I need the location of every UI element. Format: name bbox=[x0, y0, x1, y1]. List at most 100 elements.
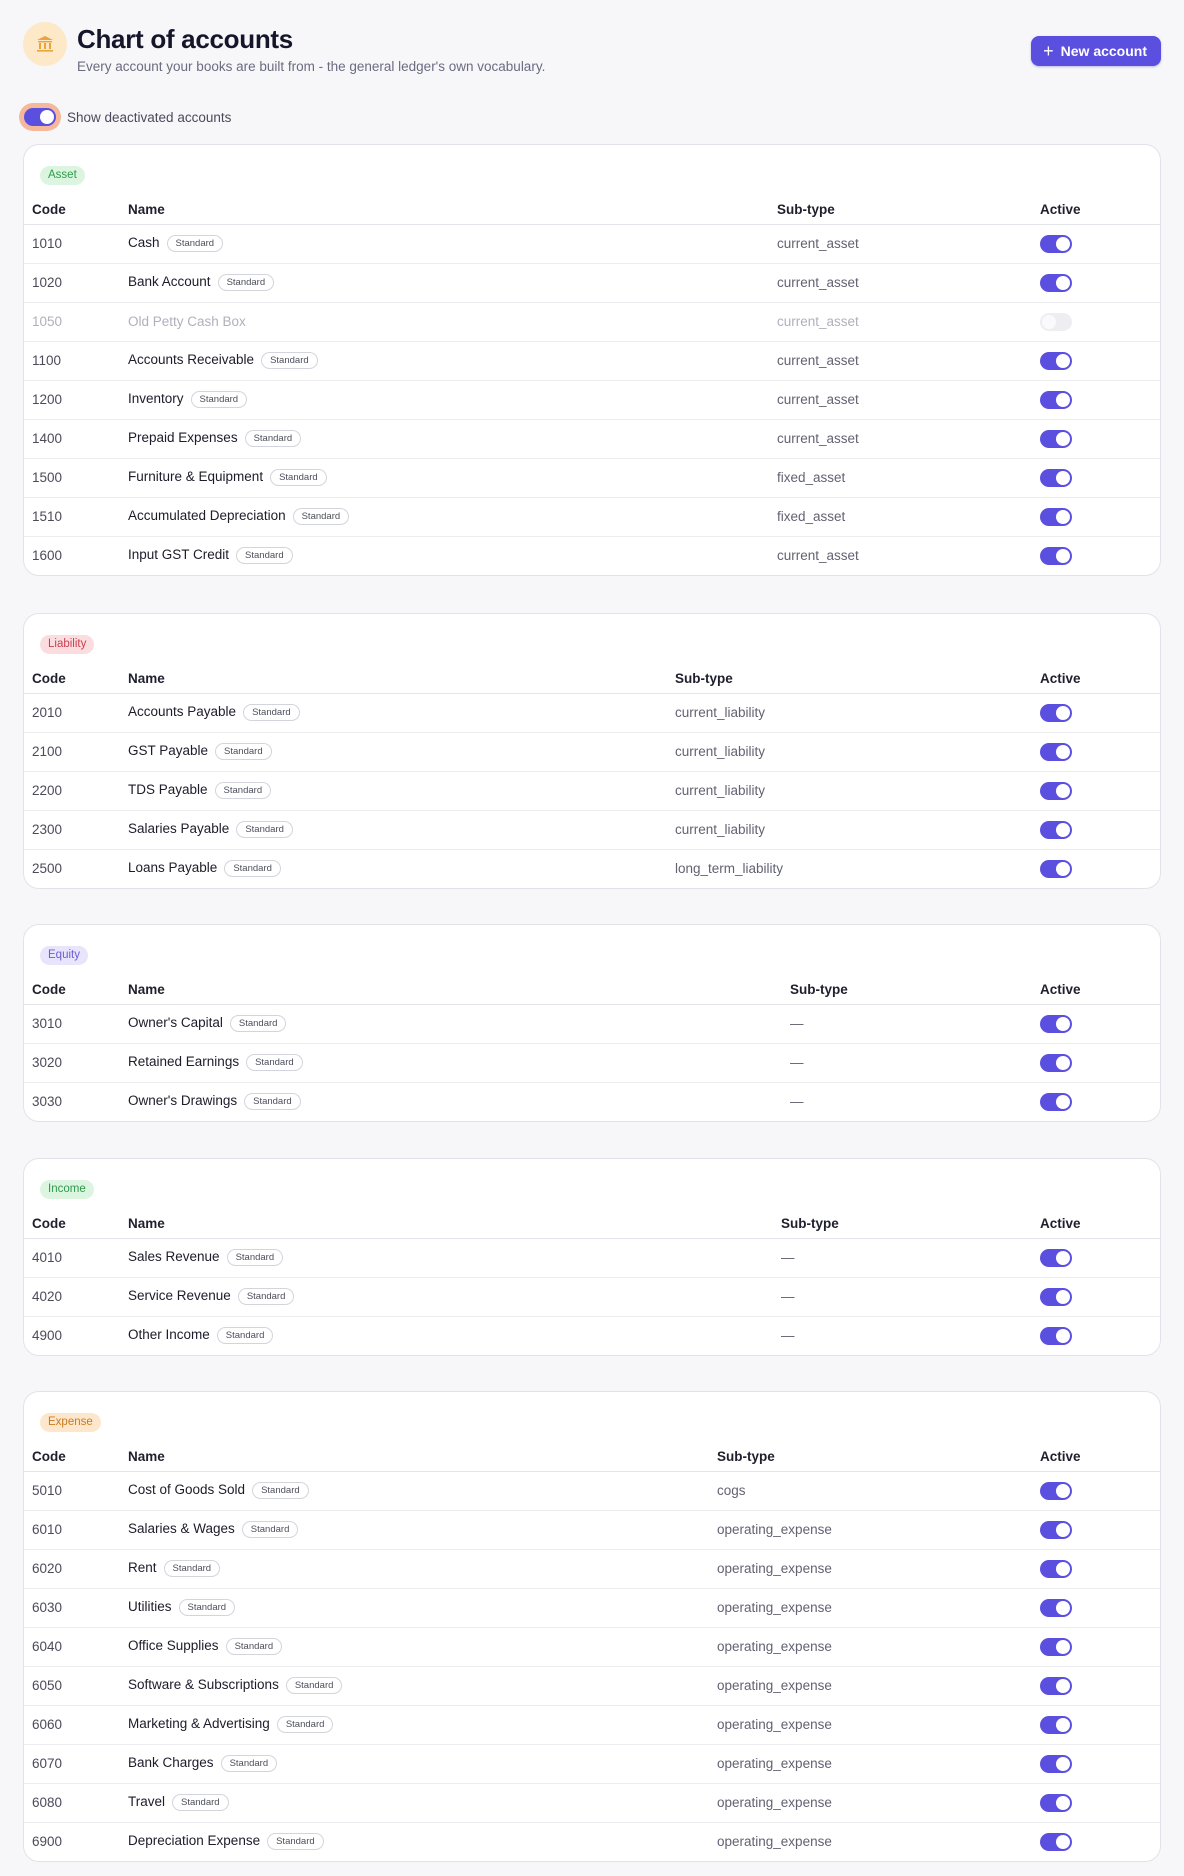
table-row[interactable]: 3020 Retained Earnings Standard — bbox=[24, 1043, 1160, 1083]
table-row[interactable]: 4900 Other Income Standard — bbox=[24, 1316, 1160, 1355]
active-toggle[interactable] bbox=[1040, 1287, 1072, 1306]
active-toggle[interactable] bbox=[1040, 781, 1072, 800]
active-toggle[interactable] bbox=[1040, 1053, 1072, 1072]
table-row[interactable]: 6020 Rent Standard operating_expense bbox=[24, 1549, 1160, 1589]
table-row[interactable]: 6010 Salaries & Wages Standard operating_ex… bbox=[24, 1510, 1160, 1550]
table-row[interactable]: 3010 Owner's Capital Standard — bbox=[24, 1004, 1160, 1044]
account-name[interactable]: Bank Account bbox=[128, 274, 211, 289]
account-name[interactable]: Office Supplies bbox=[128, 1638, 219, 1653]
table-row[interactable]: 4020 Service Revenue Standard — bbox=[24, 1277, 1160, 1317]
account-name[interactable]: Sales Revenue bbox=[128, 1249, 220, 1264]
table-row[interactable]: 2300 Salaries Payable Standard current_liab… bbox=[24, 810, 1160, 850]
table-row[interactable]: 3030 Owner's Drawings Standard — bbox=[24, 1082, 1160, 1121]
show-deactivated-toggle[interactable] bbox=[19, 103, 61, 131]
active-toggle[interactable] bbox=[1040, 1520, 1072, 1539]
account-name[interactable]: TDS Payable bbox=[128, 782, 208, 797]
table-row[interactable]: 2010 Accounts Payable Standard current_liab… bbox=[24, 693, 1160, 733]
account-name-cell: Salaries Payable Standard bbox=[128, 810, 675, 850]
account-name-cell: Cash Standard bbox=[128, 224, 777, 264]
active-toggle[interactable] bbox=[1040, 703, 1072, 722]
account-name[interactable]: Inventory bbox=[128, 391, 184, 406]
table-row[interactable]: 6080 Travel Standard operating_expense bbox=[24, 1783, 1160, 1823]
account-name[interactable]: Prepaid Expenses bbox=[128, 430, 238, 445]
account-name[interactable]: Cost of Goods Sold bbox=[128, 1482, 245, 1497]
account-name[interactable]: Accounts Receivable bbox=[128, 352, 254, 367]
table-row[interactable]: 1050 Old Petty Cash Box current_asset bbox=[24, 302, 1160, 342]
table-row[interactable]: 6060 Marketing & Advertising Standard opera… bbox=[24, 1705, 1160, 1745]
table-row[interactable]: 1100 Accounts Receivable Standard current_a… bbox=[24, 341, 1160, 381]
table-row[interactable]: 5010 Cost of Goods Sold Standard cogs bbox=[24, 1471, 1160, 1511]
table-row[interactable]: 1200 Inventory Standard current_asset bbox=[24, 380, 1160, 420]
account-name-cell: Sales Revenue Standard bbox=[128, 1238, 781, 1278]
account-name[interactable]: Travel bbox=[128, 1794, 165, 1809]
account-name[interactable]: Input GST Credit bbox=[128, 547, 229, 562]
active-toggle[interactable] bbox=[1040, 468, 1072, 487]
active-toggle[interactable] bbox=[1040, 507, 1072, 526]
standard-badge: Standard bbox=[261, 352, 318, 369]
account-name[interactable]: Loans Payable bbox=[128, 860, 217, 875]
active-toggle[interactable] bbox=[1040, 1014, 1072, 1033]
account-name[interactable]: Service Revenue bbox=[128, 1288, 231, 1303]
account-name[interactable]: Other Income bbox=[128, 1327, 210, 1342]
active-toggle[interactable] bbox=[1040, 1326, 1072, 1345]
account-name[interactable]: Salaries Payable bbox=[128, 821, 229, 836]
account-name[interactable]: Bank Charges bbox=[128, 1755, 214, 1770]
account-name[interactable]: Marketing & Advertising bbox=[128, 1716, 270, 1731]
active-toggle[interactable] bbox=[1040, 390, 1072, 409]
active-toggle[interactable] bbox=[1040, 1832, 1072, 1851]
account-name[interactable]: GST Payable bbox=[128, 743, 208, 758]
active-toggle[interactable] bbox=[1040, 1598, 1072, 1617]
active-toggle[interactable] bbox=[1040, 1559, 1072, 1578]
active-toggle[interactable] bbox=[1040, 1481, 1072, 1500]
table-row[interactable]: 2100 GST Payable Standard current_liability bbox=[24, 732, 1160, 772]
table-row[interactable]: 2500 Loans Payable Standard long_term_liabi… bbox=[24, 849, 1160, 888]
table-header-row: Code Name Sub-type Active bbox=[24, 965, 1160, 1005]
account-name[interactable]: Retained Earnings bbox=[128, 1054, 239, 1069]
table-row[interactable]: 6040 Office Supplies Standard operating_exp… bbox=[24, 1627, 1160, 1667]
active-toggle[interactable] bbox=[1040, 1676, 1072, 1695]
table-row[interactable]: 1600 Input GST Credit Standard current_asse… bbox=[24, 536, 1160, 575]
account-name[interactable]: Accounts Payable bbox=[128, 704, 236, 719]
account-name[interactable]: Rent bbox=[128, 1560, 157, 1575]
account-name[interactable]: Cash bbox=[128, 235, 160, 250]
table-row[interactable]: 6030 Utilities Standard operating_expense bbox=[24, 1588, 1160, 1628]
table-row[interactable]: 1500 Furniture & Equipment Standard fixed_a… bbox=[24, 458, 1160, 498]
account-code: 1500 bbox=[24, 458, 128, 498]
account-name-cell: Cost of Goods Sold Standard bbox=[128, 1471, 717, 1511]
account-name[interactable]: Depreciation Expense bbox=[128, 1833, 260, 1848]
account-name[interactable]: Software & Subscriptions bbox=[128, 1677, 279, 1692]
table-row[interactable]: 6900 Depreciation Expense Standard operatin… bbox=[24, 1822, 1160, 1861]
account-name[interactable]: Owner's Capital bbox=[128, 1015, 223, 1030]
table-row[interactable]: 1400 Prepaid Expenses Standard current_asse… bbox=[24, 419, 1160, 459]
active-toggle[interactable] bbox=[1040, 351, 1072, 370]
active-toggle[interactable] bbox=[1040, 820, 1072, 839]
active-toggle[interactable] bbox=[1040, 1248, 1072, 1267]
account-name[interactable]: Old Petty Cash Box bbox=[128, 314, 246, 329]
active-toggle[interactable] bbox=[1040, 234, 1072, 253]
table-row[interactable]: 1020 Bank Account Standard current_asset bbox=[24, 263, 1160, 303]
active-toggle[interactable] bbox=[1040, 742, 1072, 761]
active-toggle[interactable] bbox=[1040, 1637, 1072, 1656]
active-toggle[interactable] bbox=[1040, 1793, 1072, 1812]
active-toggle[interactable] bbox=[1040, 859, 1072, 878]
account-name[interactable]: Owner's Drawings bbox=[128, 1093, 237, 1108]
account-name[interactable]: Salaries & Wages bbox=[128, 1521, 235, 1536]
table-row[interactable]: 6070 Bank Charges Standard operating_expens… bbox=[24, 1744, 1160, 1784]
account-name[interactable]: Accumulated Depreciation bbox=[128, 508, 286, 523]
table-row[interactable]: 1510 Accumulated Depreciation Standard fixe… bbox=[24, 497, 1160, 537]
new-account-button[interactable]: + New account bbox=[1031, 36, 1161, 66]
table-row[interactable]: 2200 TDS Payable Standard current_liability bbox=[24, 771, 1160, 811]
table-row[interactable]: 4010 Sales Revenue Standard — bbox=[24, 1238, 1160, 1278]
active-toggle[interactable] bbox=[1040, 1754, 1072, 1773]
table-row[interactable]: 1010 Cash Standard current_asset bbox=[24, 224, 1160, 264]
active-toggle[interactable] bbox=[1040, 1715, 1072, 1734]
active-toggle[interactable] bbox=[1040, 273, 1072, 292]
active-toggle[interactable] bbox=[1040, 1092, 1072, 1111]
account-name[interactable]: Utilities bbox=[128, 1599, 172, 1614]
active-toggle[interactable] bbox=[1040, 429, 1072, 448]
active-toggle[interactable] bbox=[1040, 546, 1072, 565]
active-cell bbox=[1040, 771, 1160, 811]
active-toggle[interactable] bbox=[1040, 312, 1072, 331]
table-row[interactable]: 6050 Software & Subscriptions Standard oper… bbox=[24, 1666, 1160, 1706]
account-name[interactable]: Furniture & Equipment bbox=[128, 469, 263, 484]
